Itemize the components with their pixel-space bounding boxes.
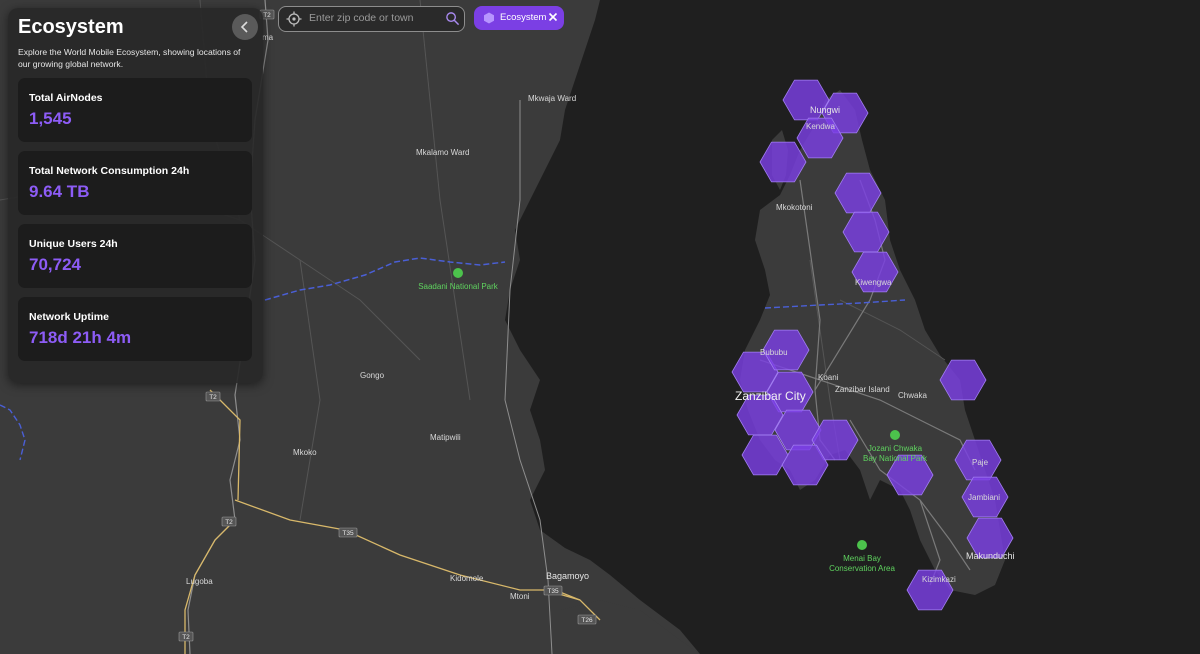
svg-text:T35: T35	[547, 588, 559, 595]
place-makunduchi: Makunduchi	[966, 551, 1015, 561]
park-label-saadani: Saadani National Park	[418, 282, 499, 291]
park-icon	[890, 430, 900, 440]
svg-text:T35: T35	[342, 530, 354, 537]
stat-value: 70,724	[29, 255, 81, 274]
place-kiwengwa: Kiwengwa	[855, 278, 892, 287]
place-chwaka: Chwaka	[898, 391, 927, 400]
svg-text:T2: T2	[263, 12, 271, 19]
search-input[interactable]	[309, 9, 437, 27]
svg-text:T26: T26	[581, 617, 593, 624]
shield-t26: T26	[577, 614, 597, 625]
stat-value: 1,545	[29, 109, 72, 128]
place-kidomole: Kidomole	[450, 574, 484, 583]
stat-label: Network Uptime	[29, 311, 109, 323]
hexagon-icon	[484, 12, 494, 24]
shield-t35-left: T35	[338, 527, 358, 538]
place-mtoni: Mtoni	[510, 592, 530, 601]
panel-title: Ecosystem	[18, 16, 124, 38]
park-label-jozani-2: Bay National Park	[863, 454, 928, 463]
park-label-menai-1: Menai Bay	[843, 554, 881, 563]
shield-t2-low: T2	[221, 516, 237, 527]
place-bububu: Bububu	[760, 348, 788, 357]
collapse-panel-button[interactable]	[232, 14, 258, 40]
place-lugoba: Lugoba	[186, 577, 213, 586]
place-nungwi: Nungwi	[810, 105, 840, 115]
shield-t2-bottom: T2	[178, 631, 194, 642]
search-icon[interactable]	[445, 11, 460, 26]
close-icon[interactable]	[547, 11, 559, 23]
locate-me-icon[interactable]	[286, 11, 302, 27]
place-jambiani: Jambiani	[968, 493, 1000, 502]
place-kizimkazi: Kizimkazi	[922, 575, 956, 584]
park-label-menai-2: Conservation Area	[829, 564, 895, 573]
place-mkoko: Mkoko	[293, 448, 317, 457]
stat-label: Total AirNodes	[29, 92, 103, 104]
stat-card-consumption: Total Network Consumption 24h 9.64 TB	[18, 151, 252, 215]
place-zanzibar-island: Zanzibar Island	[835, 385, 890, 394]
place-koani: Koani	[818, 373, 839, 382]
place-gongo: Gongo	[360, 371, 385, 380]
place-ma: ma	[262, 33, 274, 42]
place-mkwaja-ward: Mkwaja Ward	[528, 94, 576, 103]
svg-text:T2: T2	[209, 394, 217, 401]
park-icon	[857, 540, 867, 550]
stat-label: Unique Users 24h	[29, 238, 118, 250]
stat-card-users: Unique Users 24h 70,724	[18, 224, 252, 288]
place-zanzibar-city: Zanzibar City	[735, 389, 806, 403]
svg-text:T2: T2	[182, 634, 190, 641]
place-bagamoyo: Bagamoyo	[546, 571, 589, 581]
place-mkalamo-ward: Mkalamo Ward	[416, 148, 470, 157]
stat-value: 718d 21h 4m	[29, 328, 132, 347]
panel-description: Explore the World Mobile Ecosystem, show…	[18, 47, 241, 69]
ecosystem-panel: Ecosystem Explore the World Mobile Ecosy…	[8, 8, 263, 383]
stat-card-airnodes: Total AirNodes 1,545	[18, 78, 252, 142]
stat-value: 9.64 TB	[29, 182, 90, 201]
svg-text:T2: T2	[225, 519, 233, 526]
park-icon	[453, 268, 463, 278]
shield-t2-mid: T2	[205, 391, 221, 402]
place-paje: Paje	[972, 458, 989, 467]
ecosystem-filter-chip[interactable]: Ecosystem	[474, 6, 564, 30]
place-matipwili: Matipwili	[430, 433, 461, 442]
location-search	[278, 6, 465, 32]
chevron-left-icon	[240, 21, 248, 33]
place-kendwa: Kendwa	[806, 122, 835, 131]
place-mkokotoni: Mkokotoni	[776, 203, 813, 212]
stat-card-uptime: Network Uptime 718d 21h 4m	[18, 297, 252, 361]
stat-label: Total Network Consumption 24h	[29, 165, 190, 177]
park-label-jozani-1: Jozani Chwaka	[868, 444, 923, 453]
chip-label: Ecosystem	[500, 12, 547, 23]
shield-t35-right: T35	[543, 585, 563, 596]
